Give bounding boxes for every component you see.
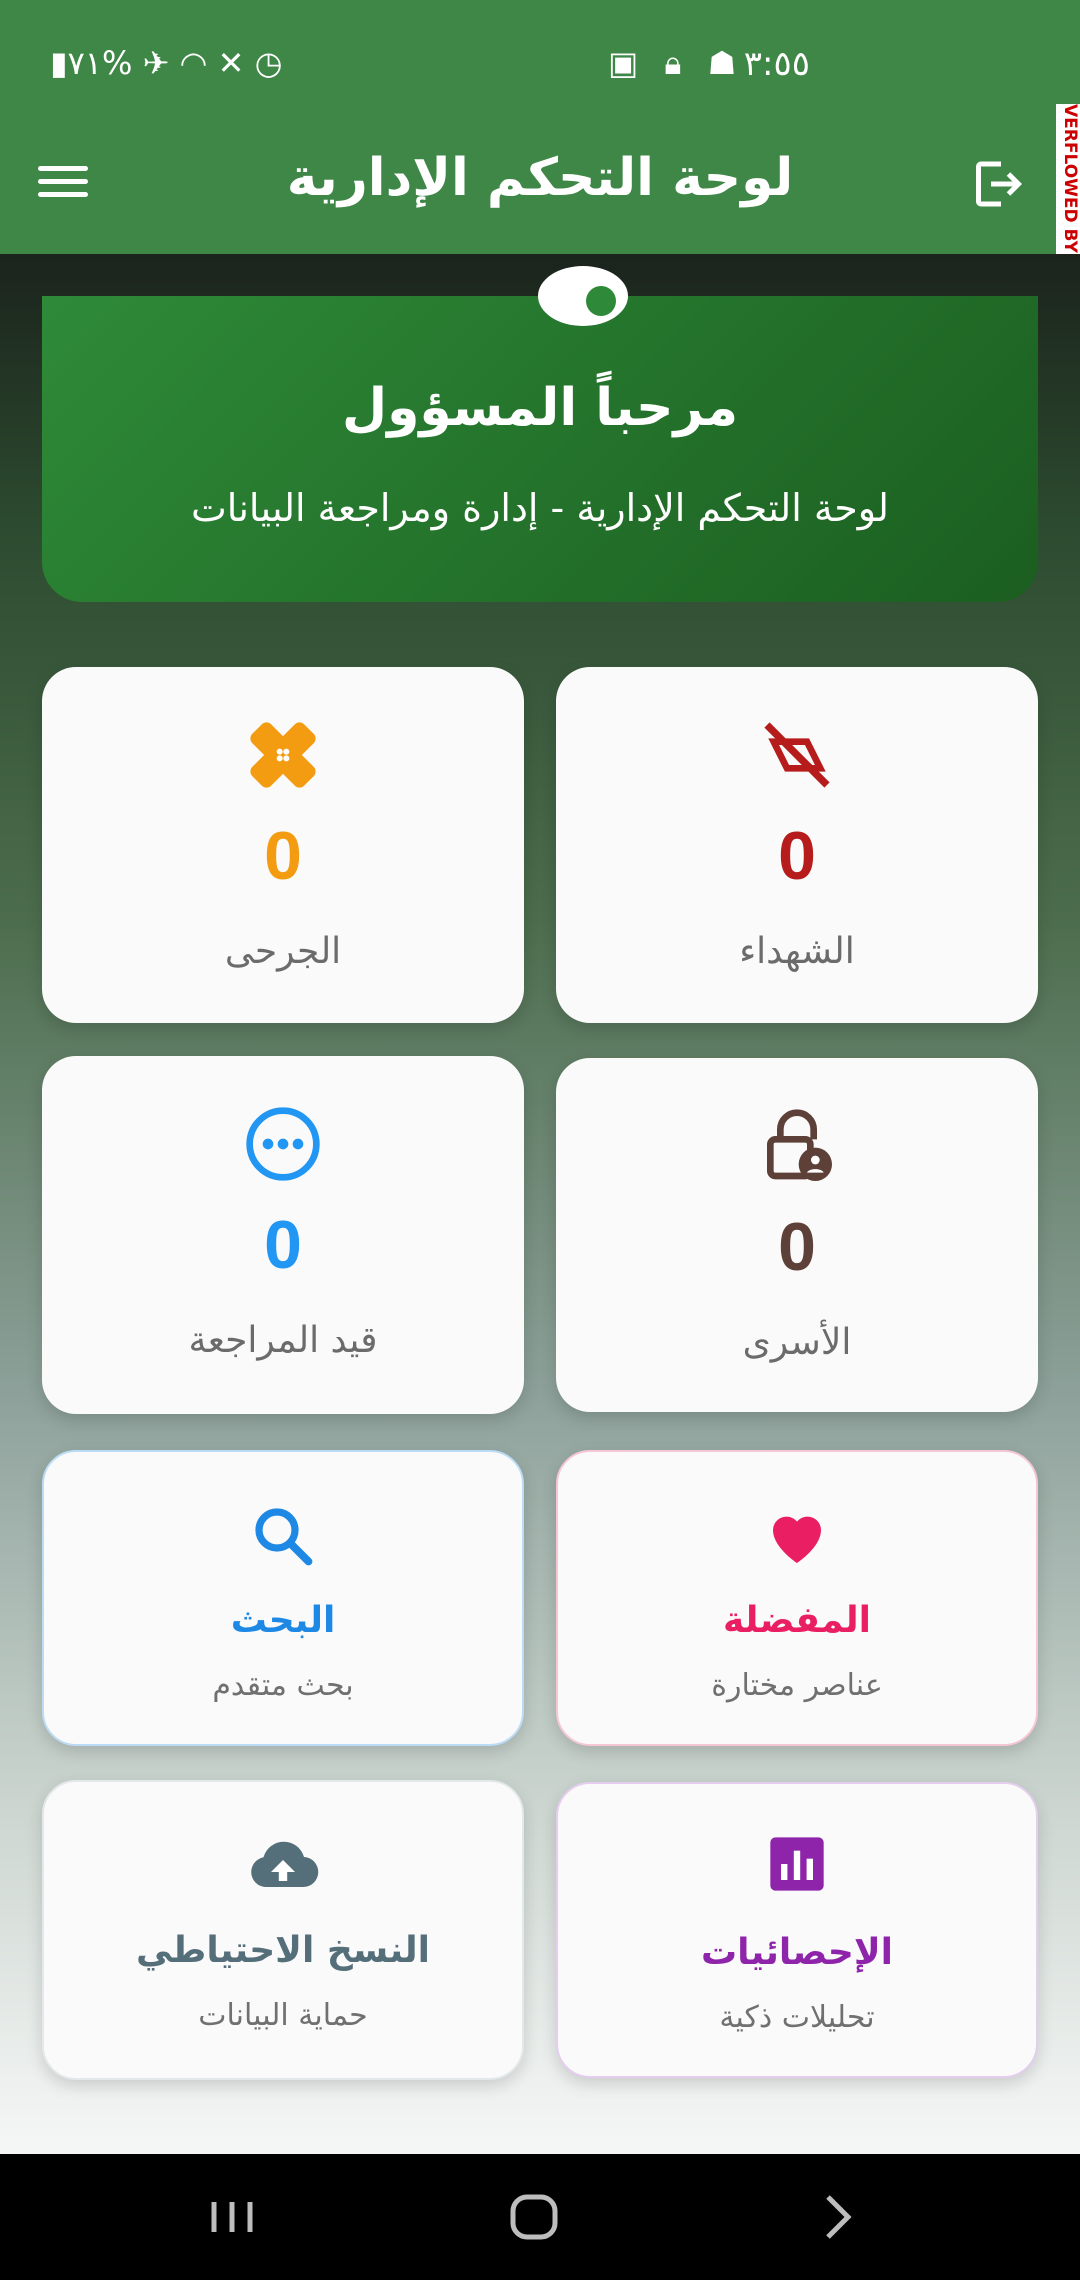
card-title: الإحصائيات — [701, 1932, 893, 1973]
notification-icons: ▣ 🔒︎ ☗ — [608, 44, 744, 83]
lock-icon: 🔒︎ — [664, 44, 690, 82]
dashboard-content[interactable]: مرحباً المسؤول لوحة التحكم الإدارية - إد… — [0, 254, 1080, 2154]
stat-value: 0 — [264, 818, 302, 894]
stat-label: قيد المراجعة — [188, 1320, 378, 1361]
stat-card-prisoners[interactable]: 0 الأسرى — [556, 1058, 1038, 1412]
search-icon — [44, 1500, 522, 1580]
stat-value: 0 — [778, 818, 816, 894]
lock-person-icon — [556, 1106, 1038, 1186]
image-icon: ▣ — [608, 44, 647, 82]
battery-level: ٧١% — [67, 44, 133, 82]
stat-label: الشهداء — [739, 931, 855, 972]
system-nav-bar — [0, 2154, 1080, 2280]
back-chevron-icon — [826, 2195, 852, 2239]
overflow-warning: VERFLOWED BY 4 — [1056, 104, 1080, 254]
bandage-icon — [42, 715, 524, 795]
chart-icon — [558, 1832, 1036, 1912]
battery-icon: ▮ — [50, 44, 68, 82]
alarm-icon: ◷ — [254, 44, 283, 82]
card-subtitle: عناصر مختارة — [711, 1668, 883, 1703]
search-card[interactable]: البحث بحث متقدم — [42, 1450, 524, 1746]
status-time: ٣:٥٥ — [743, 44, 810, 84]
welcome-banner: مرحباً المسؤول لوحة التحكم الإدارية - إد… — [42, 266, 1038, 602]
card-subtitle: تحليلات ذكية — [719, 2000, 875, 2035]
favorites-card[interactable]: المفضلة عناصر مختارة — [556, 1450, 1038, 1746]
logout-icon — [976, 161, 1023, 207]
heart-icon — [558, 1500, 1036, 1580]
comments-disabled-icon — [556, 715, 1038, 795]
home-icon — [510, 2194, 558, 2240]
pending-icon — [42, 1104, 524, 1184]
stat-value: 0 — [778, 1209, 816, 1285]
backup-card[interactable]: النسخ الاحتياطي حماية البيانات — [42, 1780, 524, 2080]
cloud-upload-icon — [44, 1830, 522, 1910]
card-title: النسخ الاحتياطي — [136, 1930, 430, 1971]
stat-value: 0 — [264, 1207, 302, 1283]
stat-card-wounded[interactable]: 0 الجرحى — [42, 667, 524, 1023]
back-button[interactable] — [798, 2182, 878, 2252]
home-button[interactable] — [494, 2182, 574, 2252]
welcome-subtitle: لوحة التحكم الإدارية - إدارة ومراجعة الب… — [191, 486, 889, 530]
statistics-card[interactable]: الإحصائيات تحليلات ذكية — [556, 1782, 1038, 2078]
logout-button[interactable] — [966, 154, 1026, 214]
wifi-icon: ◠ — [179, 44, 208, 82]
card-subtitle: بحث متقدم — [212, 1668, 354, 1703]
welcome-heading: مرحباً المسؤول — [341, 378, 739, 438]
stat-label: الجرحى — [224, 931, 342, 972]
stat-card-martyrs[interactable]: 0 الشهداء — [556, 667, 1038, 1023]
airplane-icon: ✈ — [142, 44, 170, 82]
card-title: المفضلة — [723, 1600, 871, 1641]
recent-apps-button[interactable] — [192, 2182, 272, 2252]
stat-label: الأسرى — [742, 1322, 852, 1363]
mute-icon: ✕ — [217, 44, 245, 82]
page-title: لوحة التحكم الإدارية — [286, 148, 794, 208]
recent-apps-icon — [211, 2202, 253, 2232]
snapchat-icon: ☗ — [707, 44, 745, 82]
status-bar: ▮٧١% ✈ ◠ ✕ ◷ ▣ 🔒︎ ☗ ٣:٥٥ — [0, 0, 1080, 128]
card-title: البحث — [230, 1600, 336, 1641]
card-subtitle: حماية البيانات — [198, 1998, 368, 2033]
stat-card-pending[interactable]: 0 قيد المراجعة — [42, 1056, 524, 1414]
app-bar: لوحة التحكم الإدارية — [0, 128, 1080, 254]
status-icons-left: ▮٧١% ✈ ◠ ✕ ◷ — [50, 44, 283, 82]
admin-avatar-icon — [538, 266, 628, 326]
